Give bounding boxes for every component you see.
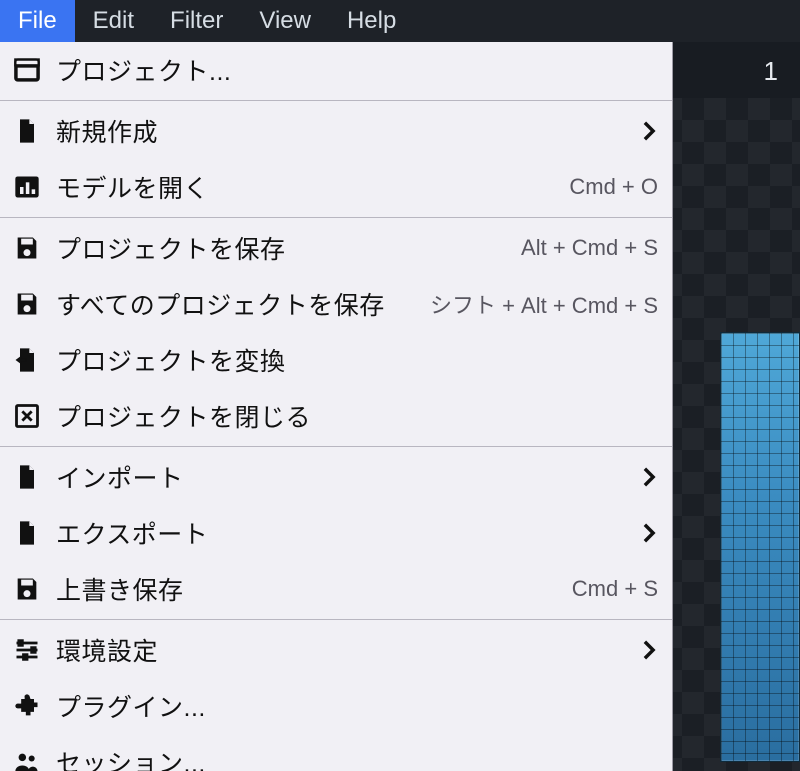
separator [0, 446, 672, 447]
menu-item-label: 上書き保存 [56, 571, 184, 607]
menu-new[interactable]: 新規作成 [0, 103, 672, 159]
save-icon [12, 574, 42, 604]
menu-item-label: 新規作成 [56, 113, 158, 149]
menu-item-label: セッション... [56, 744, 206, 771]
shortcut: Cmd + O [569, 174, 658, 200]
menu-convert-project[interactable]: プロジェクトを変換 [0, 332, 672, 388]
menu-view[interactable]: View [241, 0, 329, 42]
file-icon [12, 116, 42, 146]
menu-item-label: プロジェクトを変換 [56, 342, 286, 378]
menu-project[interactable]: プロジェクト... [0, 42, 672, 98]
menu-help[interactable]: Help [329, 0, 414, 42]
menu-export[interactable]: エクスポート [0, 505, 672, 561]
chart-icon [12, 172, 42, 202]
chevron-right-icon [640, 120, 658, 142]
separator [0, 619, 672, 620]
menu-edit[interactable]: Edit [75, 0, 152, 42]
menu-open-model[interactable]: モデルを開く Cmd + O [0, 159, 672, 215]
menu-item-label: プロジェクトを閉じる [56, 398, 311, 434]
chevron-right-icon [640, 639, 658, 661]
menu-item-label: プロジェクトを保存 [56, 230, 286, 266]
model-preview[interactable] [720, 332, 800, 762]
menu-overwrite-save[interactable]: 上書き保存 Cmd + S [0, 561, 672, 617]
convert-icon [12, 345, 42, 375]
menu-item-label: インポート [56, 459, 184, 495]
menu-session[interactable]: セッション... [0, 734, 672, 771]
menu-item-label: 環境設定 [56, 632, 158, 668]
shortcut: シフト + Alt + Cmd + S [430, 288, 658, 320]
menu-label: File [18, 7, 57, 35]
shortcut: Cmd + S [572, 576, 658, 602]
chevron-right-icon [640, 466, 658, 488]
save-icon [12, 289, 42, 319]
separator [0, 100, 672, 101]
menu-item-label: モデルを開く [56, 169, 209, 205]
menu-save-all[interactable]: すべてのプロジェクトを保存 シフト + Alt + Cmd + S [0, 276, 672, 332]
file-menu-dropdown: プロジェクト... 新規作成 モデルを開く Cmd + O プロジェクトを保存 … [0, 42, 673, 771]
save-icon [12, 233, 42, 263]
close-box-icon [12, 401, 42, 431]
menu-save-project[interactable]: プロジェクトを保存 Alt + Cmd + S [0, 220, 672, 276]
menu-plugins[interactable]: プラグイン... [0, 678, 672, 734]
menu-item-label: プロジェクト... [56, 52, 231, 88]
menu-label: Edit [93, 7, 134, 35]
menu-import[interactable]: インポート [0, 449, 672, 505]
plugin-icon [12, 691, 42, 721]
menu-close-project[interactable]: プロジェクトを閉じる [0, 388, 672, 444]
menubar: File Edit Filter View Help [0, 0, 800, 42]
shortcut: Alt + Cmd + S [521, 235, 658, 261]
menu-preferences[interactable]: 環境設定 [0, 622, 672, 678]
sliders-icon [12, 635, 42, 665]
separator [0, 217, 672, 218]
menu-file[interactable]: File [0, 0, 75, 42]
menu-filter[interactable]: Filter [152, 0, 241, 42]
menu-label: Help [347, 7, 396, 35]
chevron-right-icon [640, 522, 658, 544]
menu-label: Filter [170, 7, 223, 35]
menu-label: View [259, 7, 311, 35]
menu-item-label: すべてのプロジェクトを保存 [56, 286, 385, 322]
menu-item-label: プラグイン... [56, 688, 206, 724]
file-icon [12, 518, 42, 548]
people-icon [12, 747, 42, 771]
file-icon [12, 462, 42, 492]
axis-number: 1 [764, 56, 778, 87]
window-icon [12, 55, 42, 85]
menu-item-label: エクスポート [56, 515, 208, 551]
